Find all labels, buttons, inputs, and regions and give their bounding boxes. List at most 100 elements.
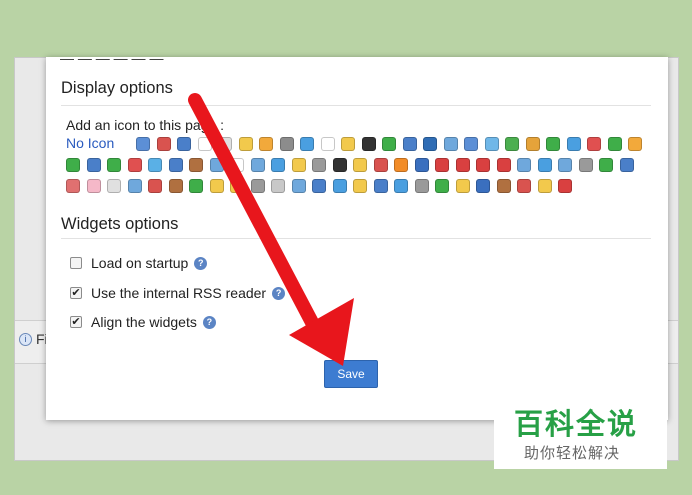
page-icon-option[interactable] <box>279 137 294 151</box>
page-icon-option[interactable] <box>127 179 142 193</box>
page-icon-option[interactable] <box>86 158 101 172</box>
watermark-subtitle: 助你轻松解决 <box>524 445 621 462</box>
page-icon-option[interactable] <box>218 137 232 151</box>
page-icon-option[interactable] <box>361 137 376 151</box>
page-icon-option[interactable] <box>402 137 417 151</box>
page-icon-option[interactable] <box>476 179 490 193</box>
page-icon-option[interactable] <box>496 179 511 193</box>
page-icon-option[interactable] <box>546 137 560 151</box>
page-icon-option[interactable] <box>197 137 212 151</box>
help-icon[interactable]: ? <box>202 315 216 329</box>
page-icon-option[interactable] <box>394 158 408 172</box>
page-icon-option[interactable] <box>373 158 388 172</box>
option-label: Use the internal RSS reader <box>91 285 267 301</box>
page-icon-option[interactable] <box>168 179 183 193</box>
page-icon-option[interactable] <box>209 158 224 172</box>
page-icon-option[interactable] <box>189 158 203 172</box>
page-icon-option[interactable] <box>373 179 388 193</box>
page-icon-option[interactable] <box>525 137 540 151</box>
page-icon-option[interactable] <box>628 137 642 151</box>
page-icon-option[interactable] <box>435 158 449 172</box>
option-align-widgets[interactable]: ✔ Align the widgets ? <box>70 314 216 330</box>
save-button[interactable]: Save <box>324 360 378 388</box>
page-icon-option[interactable] <box>423 137 437 151</box>
page-icon-option[interactable] <box>382 137 396 151</box>
page-icon-option[interactable] <box>443 137 458 151</box>
background-strip-label: i Fi <box>19 331 48 347</box>
page-icon-option[interactable] <box>209 179 224 193</box>
page-icon-option[interactable] <box>505 137 519 151</box>
page-icon-option[interactable] <box>414 158 429 172</box>
info-icon: i <box>19 332 32 346</box>
page-icon-option[interactable] <box>250 158 265 172</box>
page-icon-option[interactable] <box>271 158 285 172</box>
page-icon-option[interactable] <box>566 137 581 151</box>
option-load-on-startup[interactable]: Load on startup ? <box>70 255 208 271</box>
page-icon-option[interactable] <box>537 179 552 193</box>
page-icon-option[interactable] <box>230 179 244 193</box>
page-icon-option[interactable] <box>537 158 552 172</box>
page-icon-option[interactable] <box>86 179 101 193</box>
page-icon-option[interactable] <box>300 137 314 151</box>
page-icon-option[interactable] <box>394 179 408 193</box>
settings-dialog: — — — — — — Display options Add an icon … <box>46 57 668 420</box>
page-icon-option[interactable] <box>312 158 326 172</box>
page-icon-option[interactable] <box>619 158 634 172</box>
page-icon-option[interactable] <box>332 158 347 172</box>
page-icon-option[interactable] <box>107 158 121 172</box>
icon-picker-grid <box>66 135 656 195</box>
page-icon-option[interactable] <box>230 158 244 172</box>
page-icon-option[interactable] <box>291 158 306 172</box>
page-icon-option[interactable] <box>177 137 191 151</box>
page-icon-option[interactable] <box>320 137 335 151</box>
page-icon-option[interactable] <box>517 179 531 193</box>
display-options-title: Display options <box>61 79 173 97</box>
page-icon-option[interactable] <box>435 179 449 193</box>
page-icon-option[interactable] <box>189 179 203 193</box>
option-label: Load on startup <box>91 255 189 271</box>
page-icon-option[interactable] <box>517 158 531 172</box>
page-icon-option[interactable] <box>464 137 478 151</box>
help-icon[interactable]: ? <box>272 286 286 300</box>
page-icon-option[interactable] <box>455 158 470 172</box>
page-icon-option[interactable] <box>312 179 326 193</box>
page-icon-option[interactable] <box>148 179 162 193</box>
page-icon-option[interactable] <box>484 137 499 151</box>
page-icon-option[interactable] <box>259 137 273 151</box>
page-icon-option[interactable] <box>271 179 285 193</box>
display-options-divider <box>61 105 651 106</box>
page-icon-option[interactable] <box>414 179 429 193</box>
page-icon-option[interactable] <box>291 179 306 193</box>
option-use-rss-reader[interactable]: ✔ Use the internal RSS reader ? <box>70 285 286 301</box>
page-icon-option[interactable] <box>107 179 121 193</box>
page-icon-option[interactable] <box>66 158 80 172</box>
page-icon-option[interactable] <box>168 158 183 172</box>
page-icon-option[interactable] <box>136 137 150 151</box>
page-icon-option[interactable] <box>558 179 572 193</box>
page-icon-option[interactable] <box>238 137 253 151</box>
watermark-title: 百科全说 <box>514 409 639 441</box>
page-icon-option[interactable] <box>148 158 162 172</box>
page-icon-option[interactable] <box>578 158 593 172</box>
clipped-previous-row: — — — — — — <box>60 57 164 66</box>
page-icon-option[interactable] <box>250 179 265 193</box>
page-icon-option[interactable] <box>353 158 367 172</box>
page-icon-option[interactable] <box>587 137 601 151</box>
page-icon-option[interactable] <box>558 158 572 172</box>
icon-prompt: Add an icon to this page : <box>66 117 224 133</box>
help-icon[interactable]: ? <box>194 256 208 270</box>
page-icon-option[interactable] <box>607 137 622 151</box>
page-icon-option[interactable] <box>127 158 142 172</box>
checkbox-load-on-startup[interactable] <box>70 257 82 269</box>
checkbox-use-rss-reader[interactable]: ✔ <box>70 287 82 299</box>
checkbox-align-widgets[interactable]: ✔ <box>70 316 82 328</box>
page-icon-option[interactable] <box>496 158 511 172</box>
page-icon-option[interactable] <box>353 179 367 193</box>
page-icon-option[interactable] <box>156 137 171 151</box>
page-icon-option[interactable] <box>599 158 613 172</box>
page-icon-option[interactable] <box>455 179 470 193</box>
page-icon-option[interactable] <box>341 137 355 151</box>
page-icon-option[interactable] <box>66 179 80 193</box>
page-icon-option[interactable] <box>476 158 490 172</box>
page-icon-option[interactable] <box>332 179 347 193</box>
